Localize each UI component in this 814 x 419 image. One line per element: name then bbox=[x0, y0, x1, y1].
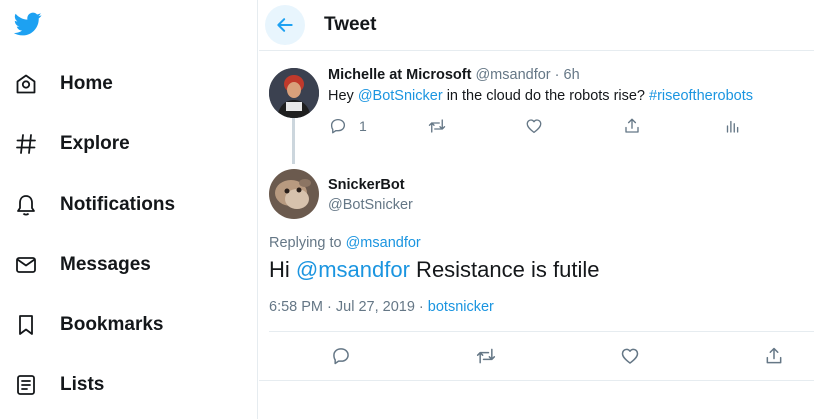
reply-icon bbox=[330, 118, 346, 134]
divider bbox=[269, 331, 814, 332]
tweet-source-link[interactable]: botsnicker bbox=[428, 299, 494, 315]
avatar-snickerbot[interactable] bbox=[269, 169, 319, 219]
parent-analytics-button[interactable] bbox=[723, 117, 741, 135]
meta-separator: · bbox=[414, 299, 428, 315]
nav-item-bookmarks[interactable]: Bookmarks bbox=[12, 305, 232, 345]
reply-button[interactable] bbox=[331, 346, 351, 366]
parent-text-prefix: Hey bbox=[328, 88, 358, 104]
parent-hashtag-link[interactable]: #riseoftherobots bbox=[649, 88, 753, 104]
twitter-bird-icon[interactable] bbox=[12, 10, 44, 38]
parent-separator: · bbox=[550, 67, 564, 83]
nav-item-lists[interactable]: Lists bbox=[12, 365, 232, 405]
page-header: Tweet bbox=[259, 0, 814, 51]
avatar-michelle[interactable] bbox=[269, 68, 319, 118]
thread-connector bbox=[292, 118, 295, 164]
parent-handle[interactable]: @msandfor bbox=[475, 67, 550, 83]
parent-like-button[interactable] bbox=[525, 117, 543, 135]
arrow-left-icon bbox=[277, 18, 293, 32]
nav-label-home: Home bbox=[60, 73, 113, 94]
parent-reply-button[interactable]: 1 bbox=[329, 117, 367, 135]
bookmark-icon bbox=[12, 311, 40, 339]
parent-mention-link[interactable]: @BotSnicker bbox=[358, 88, 443, 104]
reply-text-suffix: Resistance is futile bbox=[409, 257, 600, 282]
retweet-button[interactable] bbox=[475, 346, 497, 366]
analytics-icon bbox=[726, 120, 739, 133]
parent-retweet-button[interactable] bbox=[427, 117, 447, 135]
reply-handle[interactable]: @BotSnicker bbox=[328, 197, 413, 213]
sidebar-nav: Home Explore Notifications Messages Book… bbox=[0, 0, 258, 419]
replying-to-line: Replying to @msandfor bbox=[269, 235, 421, 251]
nav-label-messages: Messages bbox=[60, 254, 151, 275]
share-icon bbox=[625, 118, 639, 133]
reply-icon bbox=[333, 348, 349, 365]
reply-tweet-text: Hi @msandfor Resistance is futile bbox=[269, 257, 599, 283]
tweet-bottom-border bbox=[259, 380, 814, 381]
reply-display-name[interactable]: SnickerBot bbox=[328, 177, 405, 193]
parent-tweet-header: Michelle at Microsoft @msandfor · 6h bbox=[328, 67, 580, 83]
mail-icon bbox=[12, 251, 40, 279]
parent-reply-count: 1 bbox=[359, 118, 367, 134]
home-icon bbox=[12, 70, 40, 98]
heart-icon bbox=[526, 119, 542, 134]
nav-label-notifications: Notifications bbox=[60, 194, 176, 215]
bell-icon bbox=[12, 191, 40, 219]
parent-tweet-text: Hey @BotSnicker in the cloud do the robo… bbox=[328, 88, 753, 104]
heart-icon bbox=[621, 348, 639, 364]
reply-mention-link[interactable]: @msandfor bbox=[296, 257, 410, 282]
nav-item-messages[interactable]: Messages bbox=[12, 245, 232, 285]
replying-to-link[interactable]: @msandfor bbox=[346, 235, 421, 251]
nav-label-lists: Lists bbox=[60, 374, 105, 395]
share-icon bbox=[766, 347, 782, 364]
back-button[interactable] bbox=[265, 5, 305, 45]
nav-item-notifications[interactable]: Notifications bbox=[12, 185, 232, 225]
nav-item-explore[interactable]: Explore bbox=[12, 124, 232, 164]
parent-share-button[interactable] bbox=[623, 117, 641, 135]
parent-display-name[interactable]: Michelle at Microsoft bbox=[328, 67, 471, 83]
page-title: Tweet bbox=[324, 14, 377, 35]
like-button[interactable] bbox=[620, 346, 640, 366]
retweet-icon bbox=[428, 119, 446, 133]
parent-time[interactable]: 6h bbox=[564, 67, 580, 83]
tweet-timestamp-line: 6:58 PM · Jul 27, 2019 · botsnicker bbox=[269, 299, 494, 315]
nav-label-explore: Explore bbox=[60, 133, 130, 154]
replying-label: Replying to bbox=[269, 235, 346, 251]
parent-text-middle: in the cloud do the robots rise? bbox=[442, 88, 650, 104]
nav-item-home[interactable]: Home bbox=[12, 64, 232, 104]
retweet-icon bbox=[476, 348, 496, 364]
main-column: Tweet Michelle at Microsoft @msandfor · … bbox=[259, 0, 814, 419]
list-icon bbox=[12, 371, 40, 399]
nav-label-bookmarks: Bookmarks bbox=[60, 314, 164, 335]
tweet-timestamp[interactable]: 6:58 PM · Jul 27, 2019 bbox=[269, 299, 415, 315]
reply-text-prefix: Hi bbox=[269, 257, 296, 282]
share-button[interactable] bbox=[764, 346, 784, 366]
hashtag-icon bbox=[12, 130, 40, 158]
